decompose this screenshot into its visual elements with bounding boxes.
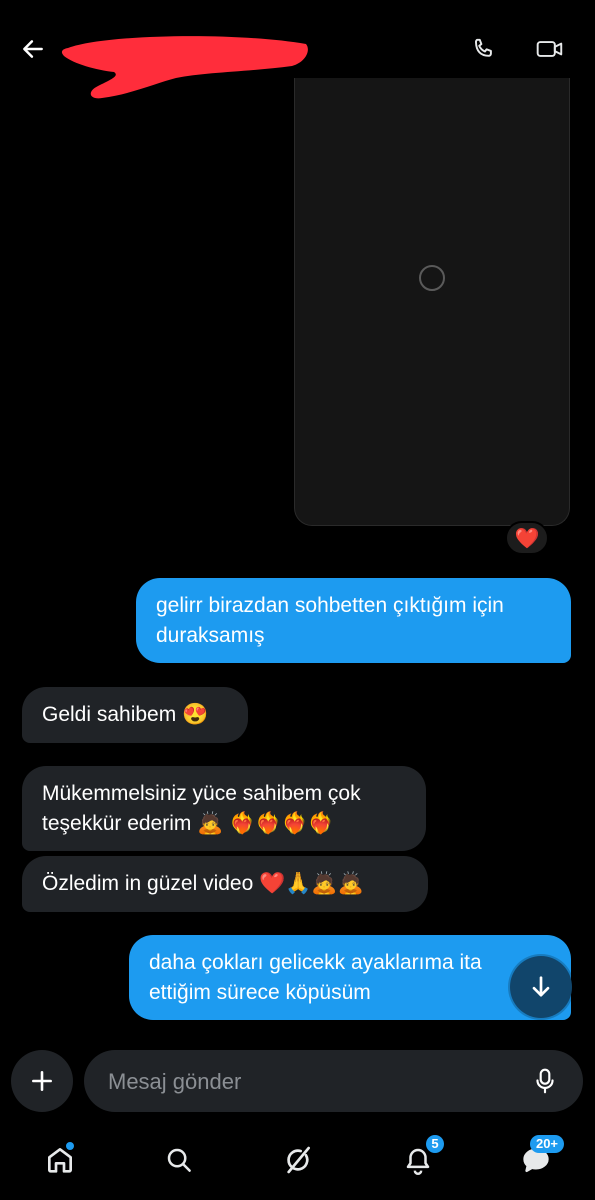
notifications-count-badge: 5 — [426, 1135, 444, 1153]
arrow-down-icon — [532, 976, 550, 997]
video-camera-icon — [536, 41, 563, 57]
nav-messages[interactable]: 20+ — [512, 1135, 564, 1184]
bottom-navigation: 5 20+ — [0, 1120, 595, 1200]
nav-grok[interactable] — [274, 1136, 322, 1184]
nav-search[interactable] — [155, 1136, 203, 1184]
call-button[interactable] — [466, 32, 500, 66]
search-icon — [167, 1148, 191, 1172]
phone-icon — [474, 38, 492, 57]
redaction-scribble — [61, 36, 308, 99]
video-message-thumbnail[interactable] — [294, 78, 570, 526]
scroll-to-bottom-button[interactable] — [510, 956, 572, 1018]
arrow-left-icon — [23, 40, 43, 58]
message-bubble-incoming[interactable]: Mükemmelsiniz yüce sahibem çok teşekkür … — [22, 766, 426, 851]
video-call-button[interactable] — [532, 32, 568, 66]
message-composer — [84, 1050, 583, 1114]
microphone-icon — [536, 1068, 554, 1094]
reaction-badge[interactable]: ❤️ — [505, 521, 549, 555]
nav-home[interactable] — [36, 1136, 84, 1184]
unread-dot — [66, 1142, 74, 1150]
back-button[interactable] — [16, 32, 50, 66]
message-bubble-outgoing[interactable]: gelirr birazdan sohbetten çıktığım için … — [136, 578, 571, 663]
add-attachment-button[interactable] — [11, 1050, 73, 1112]
grok-icon — [287, 1146, 310, 1174]
loading-circle-icon — [419, 265, 445, 291]
message-bubble-incoming[interactable]: Özledim in güzel video ❤️🙏🙇🙇 — [22, 856, 428, 912]
message-bubble-incoming[interactable]: Geldi sahibem 😍 — [22, 687, 248, 743]
voice-message-button[interactable] — [528, 1064, 562, 1098]
plus-icon — [32, 1071, 52, 1091]
message-input[interactable] — [106, 1050, 520, 1114]
nav-notifications[interactable]: 5 — [394, 1135, 444, 1184]
messages-count-badge: 20+ — [530, 1135, 564, 1153]
message-bubble-outgoing[interactable]: daha çokları gelicekk ayaklarıma ita ett… — [129, 935, 571, 1020]
